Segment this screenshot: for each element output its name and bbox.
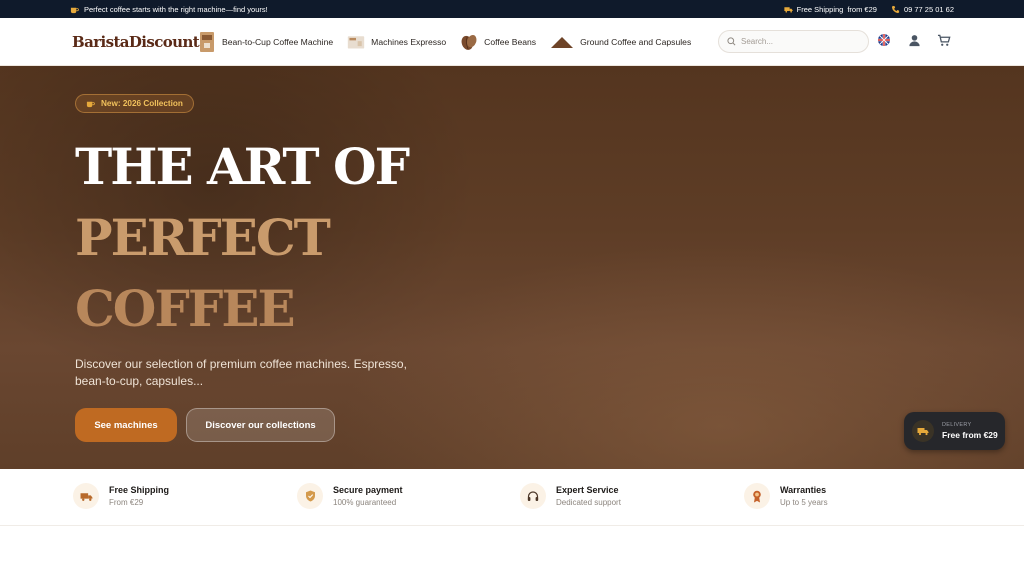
delivery-value: Free from €29	[942, 430, 998, 440]
phone-icon	[891, 5, 900, 14]
nav-item-bean-to-cup[interactable]: Bean-to-Cup Coffee Machine	[198, 31, 333, 53]
collection-badge: New: 2026 Collection	[75, 94, 194, 113]
coffee-cup-icon	[70, 5, 79, 14]
promo-text: Perfect coffee starts with the right mac…	[84, 4, 268, 14]
hero-title-line1: THE ART OF	[75, 137, 410, 196]
coffee-machine-thumb-icon	[198, 31, 216, 53]
features-bar: Free Shipping From €29 Secure payment 10…	[0, 469, 1024, 526]
coffee-bean-thumb-icon	[460, 31, 478, 53]
nav-label: Coffee Beans	[484, 36, 537, 47]
feature-title: Warranties	[780, 485, 827, 495]
user-icon[interactable]	[906, 32, 922, 48]
feature-title: Secure payment	[333, 485, 403, 495]
feature-subtitle: From €29	[109, 498, 144, 507]
ground-coffee-thumb-icon	[550, 31, 574, 53]
main-nav: Bean-to-Cup Coffee Machine Machines Expr…	[198, 31, 705, 53]
search-box[interactable]	[718, 30, 869, 53]
award-icon	[744, 483, 770, 509]
announcement-bar: Perfect coffee starts with the right mac…	[0, 0, 1024, 18]
nav-label: Machines Expresso	[371, 36, 447, 47]
feature-item: Free Shipping From €29	[73, 483, 169, 509]
discover-collections-button[interactable]: Discover our collections	[186, 408, 335, 442]
logo-text: BaristaDiscount	[72, 32, 200, 51]
shipping-from: from €29	[847, 4, 877, 14]
feature-subtitle: 100% guaranteed	[333, 498, 397, 507]
feature-item: Expert Service Dedicated support	[520, 483, 621, 509]
cart-icon[interactable]	[936, 32, 952, 48]
delivery-card: DELIVERY Free from €29	[904, 412, 1005, 450]
logo[interactable]: BaristaDiscount	[72, 27, 200, 57]
search-icon	[727, 33, 736, 51]
nav-item-coffee-beans[interactable]: Coffee Beans	[460, 31, 536, 53]
nav-label: Bean-to-Cup Coffee Machine	[222, 36, 334, 47]
uk-flag-icon[interactable]	[876, 32, 892, 48]
delivery-label: DELIVERY	[942, 422, 972, 428]
site-header: BaristaDiscount Bean-to-Cup Coffee Machi…	[0, 18, 1024, 66]
truck-icon	[73, 483, 99, 509]
feature-item: Secure payment 100% guaranteed	[297, 483, 403, 509]
badge-label: New: 2026 Collection	[101, 99, 183, 108]
feature-subtitle: Dedicated support	[556, 498, 621, 507]
espresso-machine-thumb-icon	[347, 31, 365, 53]
phone-number[interactable]: 09 77 25 01 62	[904, 5, 954, 14]
see-machines-button[interactable]: See machines	[75, 408, 177, 442]
nav-label: Ground Coffee and Capsules	[580, 36, 692, 47]
hero-title-line2: PERFECT	[75, 208, 331, 267]
coffee-cup-icon	[86, 95, 95, 113]
shipping-text: Free Shipping	[796, 4, 844, 14]
hero-section: New: 2026 Collection THE ART OF PERFECT …	[0, 66, 1024, 469]
shield-icon	[297, 483, 323, 509]
search-input[interactable]	[741, 37, 861, 46]
hero-description: Discover our selection of premium coffee…	[75, 357, 407, 388]
feature-title: Free Shipping	[109, 485, 170, 495]
feature-subtitle: Up to 5 years	[780, 498, 828, 507]
feature-title: Expert Service	[556, 485, 619, 495]
truck-icon	[912, 420, 934, 442]
nav-item-machines-expresso[interactable]: Machines Expresso	[347, 31, 446, 53]
headset-icon	[520, 483, 546, 509]
feature-item: Warranties Up to 5 years	[744, 483, 828, 509]
nav-item-ground-coffee-capsules[interactable]: Ground Coffee and Capsules	[550, 31, 691, 53]
truck-icon	[784, 5, 793, 14]
hero-title-line3: COFFEE	[75, 279, 296, 338]
